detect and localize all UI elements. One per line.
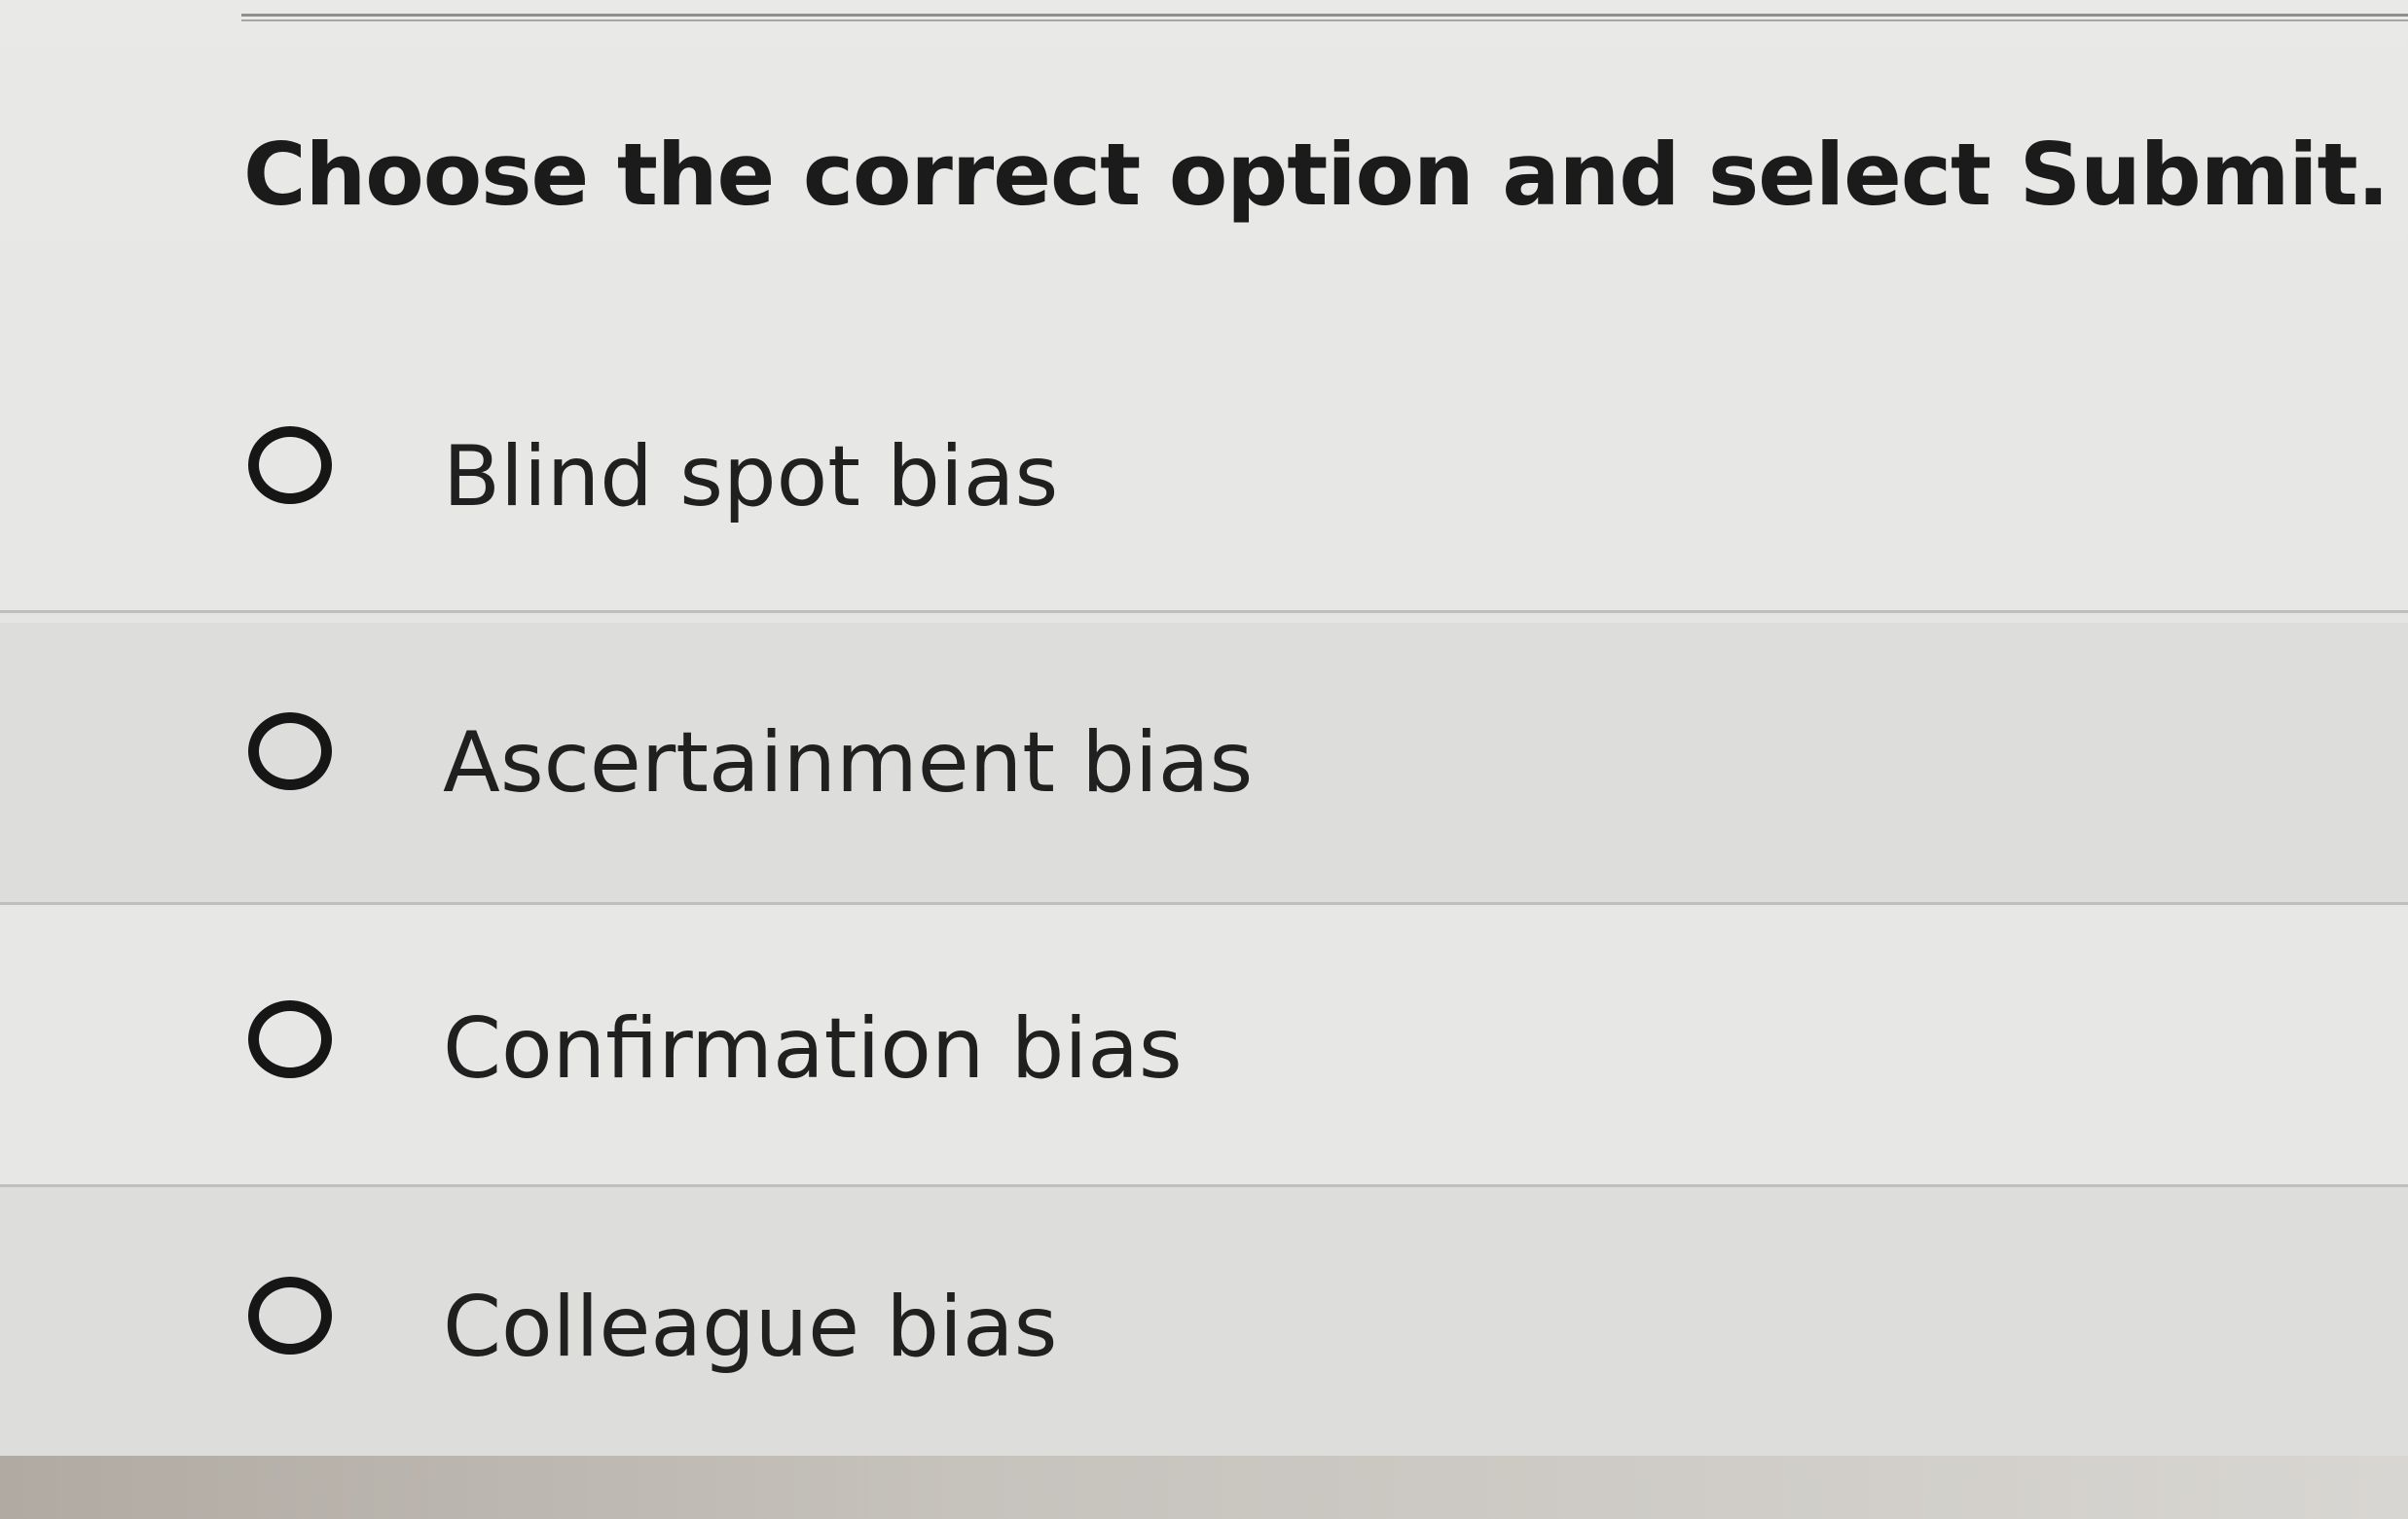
option-blind-spot-bias[interactable]: Blind spot bias xyxy=(0,331,2408,613)
option-ascertainment-bias[interactable]: Ascertainment bias xyxy=(0,623,2408,905)
radio-button[interactable] xyxy=(248,426,332,504)
question-prompt: Choose the correct option and select Sub… xyxy=(243,125,2390,225)
option-label: Colleague bias xyxy=(443,1279,1058,1376)
radio-button[interactable] xyxy=(248,712,332,790)
footer-bar xyxy=(0,1456,2408,1519)
option-confirmation-bias[interactable]: Confirmation bias xyxy=(0,905,2408,1187)
answer-options: Blind spot bias Ascertainment bias Confi… xyxy=(0,331,2408,1469)
option-label: Confirmation bias xyxy=(443,1000,1183,1098)
option-label: Ascertainment bias xyxy=(443,714,1254,812)
radio-button[interactable] xyxy=(248,1000,332,1078)
divider xyxy=(241,14,2408,21)
option-label: Blind spot bias xyxy=(443,428,1059,525)
option-colleague-bias[interactable]: Colleague bias xyxy=(0,1187,2408,1469)
radio-button[interactable] xyxy=(248,1277,332,1355)
quiz-screen: Choose the correct option and select Sub… xyxy=(0,0,2408,1519)
